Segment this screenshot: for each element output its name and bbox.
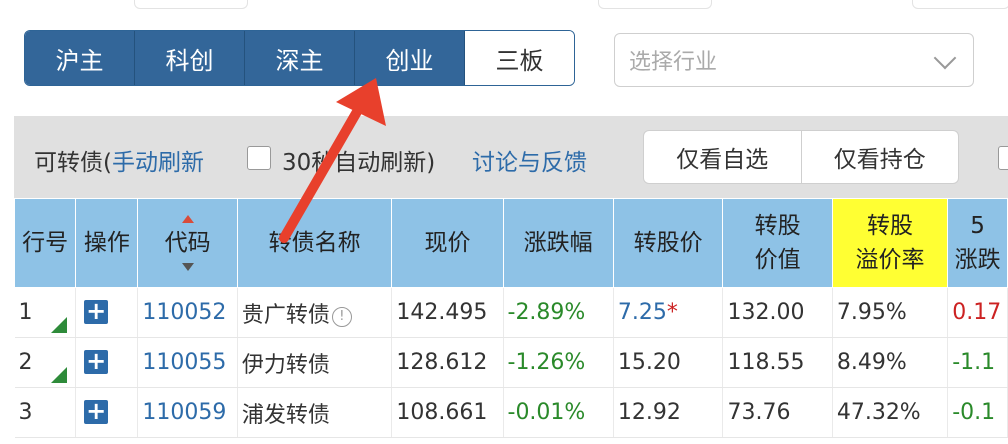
- add-icon[interactable]: +: [84, 299, 109, 324]
- header-conversion-price[interactable]: 转股价: [612, 198, 724, 288]
- action-cell: +: [75, 287, 139, 338]
- info-icon[interactable]: !: [331, 306, 352, 327]
- bond-code-link[interactable]: 110055: [137, 337, 238, 388]
- only-holdings-button[interactable]: 仅看持仓: [800, 131, 959, 183]
- auto-refresh-checkbox[interactable]: [247, 146, 271, 170]
- action-cell: +: [75, 387, 139, 438]
- corner-marker-icon: [51, 367, 68, 383]
- header-action: 操作: [75, 198, 139, 288]
- conversion-price[interactable]: 7.25*: [613, 287, 724, 338]
- top-ghost-button: [134, 0, 248, 9]
- top-ghost-button: [598, 0, 712, 9]
- market-tabs: 沪主 科创 深主 创业 三板: [24, 30, 575, 86]
- toolbar-label: 可转债(手动刷新: [34, 143, 204, 177]
- tab-star-market[interactable]: 科创: [135, 31, 245, 85]
- chevron-down-icon: [933, 46, 957, 70]
- header-row-number[interactable]: 行号: [13, 198, 77, 288]
- row-number: 3: [14, 387, 77, 438]
- bond-name[interactable]: 伊力转债: [237, 337, 393, 388]
- change: -1.26%: [503, 337, 614, 388]
- price: 142.495: [391, 287, 504, 338]
- corner-marker-icon: [51, 317, 68, 333]
- conversion-value: 118.55: [722, 337, 833, 388]
- header-bond-name[interactable]: 转债名称: [236, 198, 393, 288]
- table-row[interactable]: 3 + 110059 浦发转债 108.661 -0.01% 12.92 73.…: [14, 387, 1008, 438]
- row-number: 2: [14, 337, 77, 388]
- tab-shenzhen-main[interactable]: 深主: [245, 31, 355, 85]
- bond-code-link[interactable]: 110059: [137, 387, 238, 438]
- industry-select[interactable]: 选择行业: [614, 33, 974, 87]
- header-conversion-value[interactable]: 转股 价值: [722, 198, 833, 288]
- price: 128.612: [391, 337, 504, 388]
- row-number: 1: [14, 287, 77, 338]
- sort-asc-icon: [181, 215, 194, 223]
- change: -0.01%: [503, 387, 614, 438]
- bond-name[interactable]: 贵广转债!: [237, 287, 393, 338]
- sort-desc-icon: [181, 263, 194, 271]
- toolbar-prefix: 可转债(: [34, 150, 112, 176]
- only-watchlist-button[interactable]: 仅看自选: [644, 131, 801, 183]
- bond-code-link[interactable]: 110052: [137, 287, 238, 338]
- conversion-price-mark: *: [666, 300, 678, 325]
- table-header-row: 行号 操作 代码 转债名称 现价 涨跌幅 转股价 转股 价值 转股 溢价率 5 涨跌: [13, 198, 1008, 288]
- bond-name[interactable]: 浦发转债: [237, 387, 393, 438]
- header-price[interactable]: 现价: [391, 198, 504, 288]
- add-icon[interactable]: +: [84, 399, 109, 424]
- extra-value: 0.17: [947, 287, 1008, 338]
- tab-neeq[interactable]: 三板: [465, 31, 574, 85]
- header-code[interactable]: 代码: [137, 198, 238, 288]
- extra-checkbox[interactable]: [998, 146, 1008, 170]
- action-cell: +: [75, 337, 139, 388]
- extra-value: -0.1: [947, 387, 1008, 438]
- conversion-value: 132.00: [722, 287, 833, 338]
- tab-shanghai-main[interactable]: 沪主: [25, 31, 135, 85]
- premium-rate: 7.95%: [832, 287, 949, 338]
- table-row[interactable]: 1 + 110052 贵广转债! 142.495 -2.89% 7.25* 13…: [14, 287, 1008, 338]
- auto-refresh-label: 30秒自动刷新): [282, 150, 436, 176]
- filter-group: 仅看自选 仅看持仓: [643, 130, 959, 184]
- header-change[interactable]: 涨跌幅: [502, 198, 614, 288]
- conversion-price: 15.20: [613, 337, 724, 388]
- industry-select-placeholder: 选择行业: [629, 50, 718, 75]
- manual-refresh-link[interactable]: 手动刷新: [112, 150, 204, 176]
- conversion-price: 12.92: [613, 387, 724, 438]
- tab-chinext[interactable]: 创业: [355, 31, 465, 85]
- premium-rate: 47.32%: [832, 387, 949, 438]
- top-ghost-button: [912, 0, 1008, 9]
- header-premium-rate[interactable]: 转股 溢价率: [831, 198, 949, 288]
- header-extra[interactable]: 5 涨跌: [947, 198, 1008, 288]
- change: -2.89%: [503, 287, 614, 338]
- bond-table: 行号 操作 代码 转债名称 现价 涨跌幅 转股价 转股 价值 转股 溢价率 5 涨跌 …: [13, 198, 1008, 438]
- add-icon[interactable]: +: [84, 349, 109, 374]
- conversion-value: 73.76: [722, 387, 833, 438]
- premium-rate: 8.49%: [832, 337, 949, 388]
- feedback-link[interactable]: 讨论与反馈: [472, 143, 587, 177]
- extra-value: -1.1: [947, 337, 1008, 388]
- price: 108.661: [391, 387, 504, 438]
- table-row[interactable]: 2 + 110055 伊力转债 128.612 -1.26% 15.20 118…: [14, 337, 1008, 388]
